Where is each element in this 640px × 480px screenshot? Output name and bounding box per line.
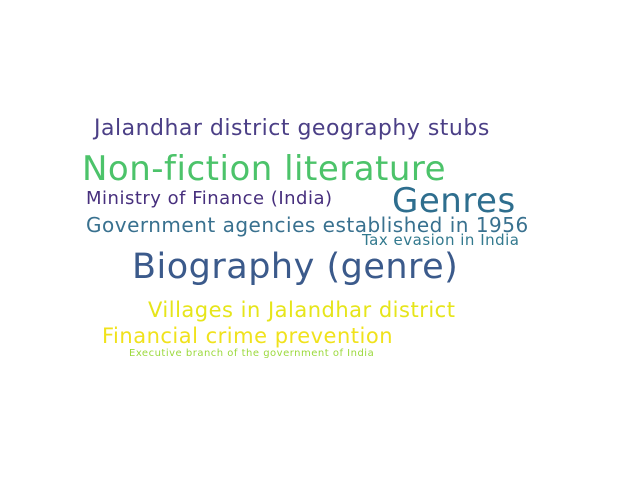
word-villages-in-jalandhar-district: Villages in Jalandhar district (148, 298, 456, 322)
word-financial-crime-prevention: Financial crime prevention (102, 324, 394, 348)
word-ministry-of-finance-india: Ministry of Finance (India) (86, 188, 333, 209)
word-cloud: Jalandhar district geography stubs Non-f… (0, 0, 640, 480)
word-jalandhar-district-geography-stubs: Jalandhar district geography stubs (94, 116, 490, 141)
word-executive-branch-government-india: Executive branch of the government of In… (129, 348, 375, 359)
word-biography-genre: Biography (genre) (132, 247, 459, 287)
word-tax-evasion-in-india: Tax evasion in India (362, 231, 520, 249)
